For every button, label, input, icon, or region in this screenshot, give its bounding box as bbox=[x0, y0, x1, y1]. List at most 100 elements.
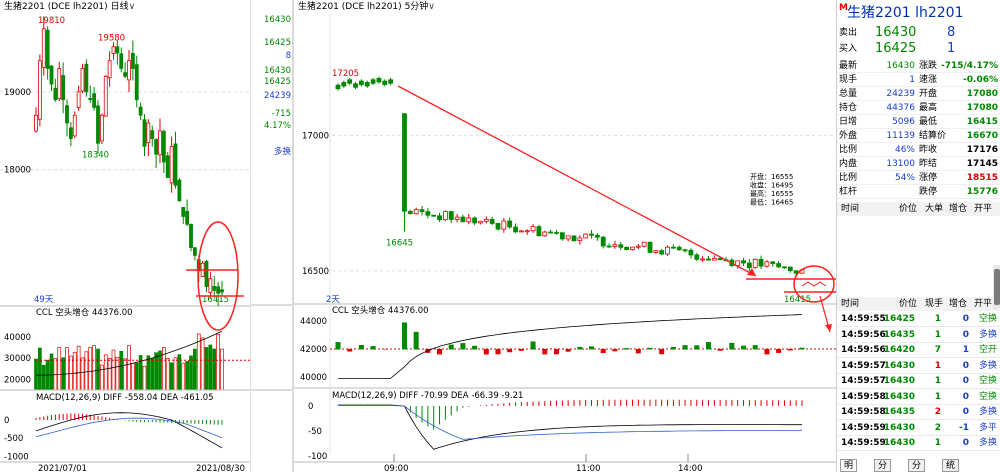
macd-header: MACD(12,26,9) DIFF -558.04 DEA -461.05 bbox=[36, 393, 214, 403]
oi-change-bar bbox=[495, 349, 501, 355]
tick-oi: 0 bbox=[962, 314, 969, 324]
stat-label: 涨跌 bbox=[919, 61, 938, 71]
sell-row: 卖出 16430 8 bbox=[837, 25, 1000, 41]
low-label: 16645 bbox=[386, 239, 413, 249]
tick-row[interactable]: 14:59:58 16430 1 0 空换 bbox=[837, 390, 1000, 405]
mini-value: 4.17% bbox=[264, 121, 291, 131]
tick-row[interactable]: 14:59:58 16435 2 0 多换 bbox=[837, 405, 1000, 420]
volume-bar bbox=[115, 356, 120, 391]
buy-volume: 1 bbox=[947, 41, 956, 56]
candle-down bbox=[376, 78, 382, 83]
volume-bar bbox=[204, 347, 209, 391]
stat-label: 杠杆 bbox=[839, 187, 858, 197]
volume-axis-label: 40000 bbox=[4, 333, 31, 343]
stat-value: -715/4.17% bbox=[940, 61, 998, 71]
stat-value: 46% bbox=[894, 145, 915, 155]
daily-chart-code: (DCE lh2201) bbox=[47, 2, 108, 12]
intraday-chart-panel[interactable]: 生猪2201 (DCE lh2201) 5分钟∨ 17000 16500 17205… bbox=[294, 0, 836, 472]
col-oi: 增仓 bbox=[949, 204, 968, 214]
candle-down bbox=[189, 223, 193, 248]
candle-up bbox=[518, 230, 524, 233]
oi-change-bar bbox=[472, 345, 478, 350]
tick-price: 16425 bbox=[883, 314, 915, 324]
candle-up bbox=[413, 209, 419, 215]
tick-row[interactable]: 14:59:57 16430 1 0 多换 bbox=[837, 359, 1000, 374]
candle-up bbox=[107, 60, 112, 79]
mini-value: 多换 bbox=[274, 146, 292, 157]
chevron-down-icon[interactable]: ∨ bbox=[428, 2, 435, 12]
oi-change-bar bbox=[635, 349, 641, 354]
candle-up bbox=[752, 258, 758, 269]
tab-price-split[interactable]: 分价 bbox=[874, 459, 892, 472]
tick-row[interactable]: 14:59:57 16430 1 0 空换 bbox=[837, 374, 1000, 389]
intraday-chart-code: (DCE lh2201) bbox=[341, 2, 402, 12]
candle-down bbox=[142, 119, 147, 147]
mini-value: 16425 bbox=[264, 38, 291, 48]
candle-up bbox=[41, 28, 46, 68]
trading-terminal: 生猪2201 (DCE lh2201) 日线∨ 19000 18000 19810 1… bbox=[0, 0, 1000, 472]
candle-down bbox=[407, 210, 413, 215]
stat-value: 1 bbox=[909, 75, 915, 85]
candle-down bbox=[115, 46, 120, 54]
volume-bar bbox=[193, 348, 197, 391]
price-axis-label: 17000 bbox=[302, 131, 329, 141]
macd-header: MACD(12,26,9) DIFF -70.99 DEA -66.39 -9.… bbox=[332, 391, 523, 401]
candle-up bbox=[111, 46, 116, 55]
scrollbar[interactable] bbox=[993, 265, 1000, 309]
intraday-chart-period[interactable]: 5分钟 bbox=[405, 2, 429, 12]
candle-up bbox=[103, 75, 108, 117]
volume-bar bbox=[123, 358, 127, 391]
stat-label: 最高 bbox=[919, 103, 938, 113]
tick-oi: 0 bbox=[962, 407, 969, 417]
tick-row[interactable]: 14:59:55 16425 1 0 空换 bbox=[837, 312, 1000, 327]
tick-price: 16430 bbox=[883, 438, 915, 448]
daily-chart-period[interactable]: 日线 bbox=[111, 2, 129, 12]
scrollbar-thumb[interactable] bbox=[994, 269, 1000, 305]
tick-row[interactable]: 14:59:56 16435 1 0 多换 bbox=[837, 328, 1000, 343]
volume-bar bbox=[92, 345, 96, 391]
tab-detail[interactable]: 明细 bbox=[840, 459, 858, 472]
chevron-down-icon[interactable]: ∨ bbox=[129, 2, 136, 12]
daily-chart-canvas[interactable]: 190001800019810195801834049天 16415CCL 空头增… bbox=[0, 14, 250, 472]
stat-value: 18515 bbox=[966, 173, 998, 183]
tick-time: 14:59:56 bbox=[841, 329, 886, 340]
quote-stat-row: 比例 54% 涨停 18515 bbox=[837, 171, 1000, 185]
candle-up bbox=[764, 261, 770, 267]
oi-change-bar bbox=[682, 345, 688, 350]
time-axis-label: 14:00 bbox=[678, 464, 703, 472]
oi-change-bar bbox=[589, 346, 595, 350]
candle-up bbox=[583, 233, 589, 239]
tick-oi: -1 bbox=[959, 422, 969, 433]
candle-down bbox=[165, 155, 170, 178]
tick-time: 14:59:58 bbox=[841, 391, 886, 402]
oi-axis-label: 44000 bbox=[300, 317, 327, 327]
tick-lot: 7 bbox=[934, 345, 941, 355]
tick-lot: 1 bbox=[934, 391, 941, 402]
tab-statistics[interactable]: 统计 bbox=[942, 459, 960, 472]
stat-value: 17080 bbox=[966, 89, 998, 99]
sell-price: 16430 bbox=[875, 25, 917, 40]
tick-row[interactable]: 14:59:56 16420 7 1 空开 bbox=[837, 343, 1000, 358]
tick-row[interactable]: 14:59:59 16430 2 -1 多平 bbox=[837, 421, 1000, 436]
tick-lot: 2 bbox=[934, 422, 941, 433]
candle-up bbox=[99, 114, 104, 142]
volume-bar bbox=[96, 348, 100, 391]
oi-change-bar bbox=[370, 346, 376, 350]
tick-row[interactable]: 14:59:59 16430 1 0 多换 bbox=[837, 436, 1000, 451]
oi-change-bar bbox=[752, 345, 758, 350]
candle-down bbox=[670, 246, 676, 249]
stat-value: 17145 bbox=[966, 159, 998, 169]
stat-value: 5096 bbox=[892, 117, 915, 127]
daily-chart-panel[interactable]: 生猪2201 (DCE lh2201) 日线∨ 19000 18000 19810 1… bbox=[0, 0, 250, 472]
tab-tick-split[interactable]: 分笔 bbox=[908, 459, 926, 472]
oi-axis-label: 40000 bbox=[300, 373, 327, 383]
mini-value: 16425 bbox=[264, 77, 291, 87]
volume-bar bbox=[220, 348, 224, 391]
candle-down bbox=[513, 226, 518, 233]
candle-down bbox=[134, 64, 139, 101]
quote-stat-row: 日增 5096 最低 16415 bbox=[837, 115, 1000, 129]
candle-down bbox=[220, 289, 224, 293]
tick-type: 多平 bbox=[978, 422, 997, 433]
candle-down bbox=[119, 53, 124, 69]
intraday-chart-canvas[interactable]: 17000 16500 17205 16645 16415 2天 开盘：16555收盘：16… bbox=[294, 14, 836, 472]
